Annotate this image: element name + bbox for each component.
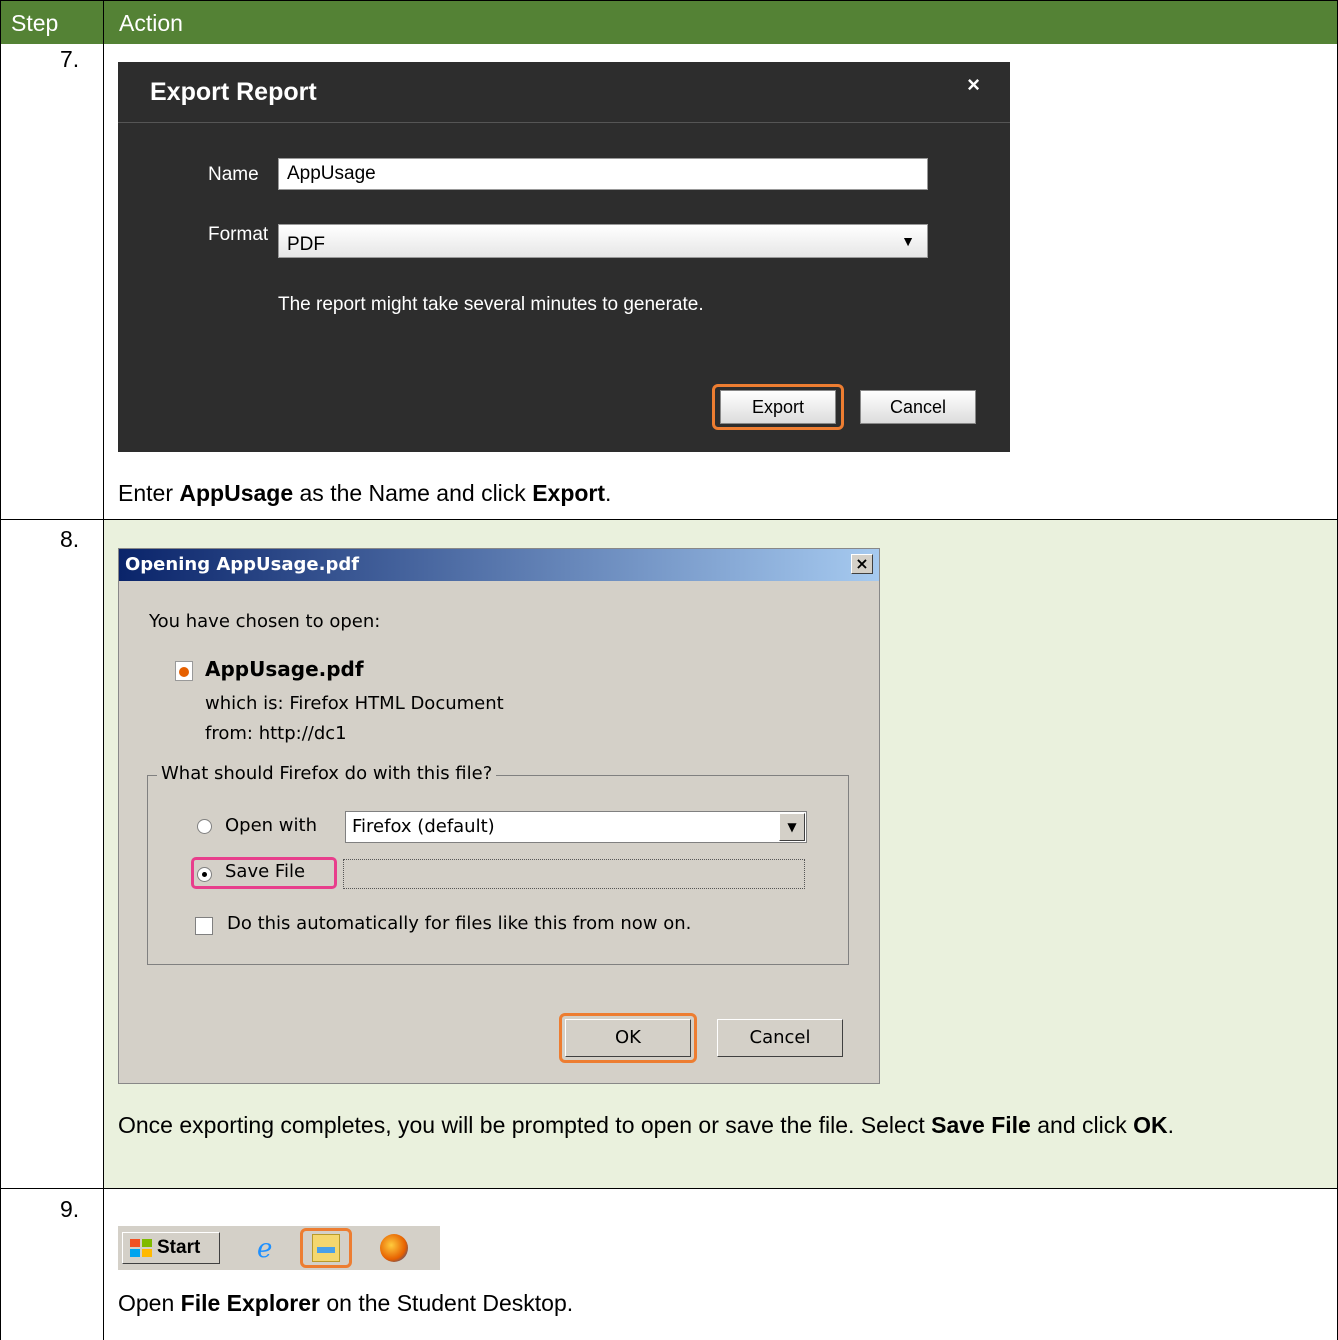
focus-rect bbox=[343, 859, 805, 889]
from-row: from: http://dc1 bbox=[205, 723, 347, 744]
which-is-row: which is: Firefox HTML Document bbox=[205, 693, 504, 714]
step9-instruction: Open File Explorer on the Student Deskto… bbox=[118, 1286, 573, 1320]
save-file-highlight bbox=[191, 857, 337, 889]
open-with-value: Firefox (default) bbox=[352, 816, 495, 837]
instruction-text: and click bbox=[1030, 1112, 1134, 1138]
instruction-text: Enter bbox=[118, 480, 180, 506]
instruction-bold: AppUsage bbox=[179, 480, 294, 506]
close-icon[interactable]: × bbox=[967, 72, 980, 98]
open-with-select[interactable]: Firefox (default) ▼ bbox=[345, 811, 807, 843]
which-is-label: which is: bbox=[205, 693, 284, 714]
group-legend: What should Firefox do with this file? bbox=[157, 763, 497, 784]
start-label: Start bbox=[157, 1237, 201, 1258]
table-border bbox=[0, 0, 1, 1340]
internet-explorer-icon[interactable]: e bbox=[254, 1234, 282, 1264]
divider bbox=[118, 122, 1010, 123]
dialog-title: Export Report bbox=[150, 78, 317, 106]
instruction-text: on the Student Desktop. bbox=[319, 1290, 574, 1316]
export-note: The report might take several minutes to… bbox=[278, 294, 704, 315]
name-input[interactable]: AppUsage bbox=[278, 158, 928, 190]
instruction-text: Once exporting completes, you will be pr… bbox=[118, 1112, 932, 1138]
ok-highlight bbox=[559, 1013, 697, 1063]
open-with-radio[interactable] bbox=[197, 819, 212, 834]
auto-checkbox[interactable] bbox=[195, 917, 213, 935]
firefox-file-icon bbox=[175, 661, 193, 681]
chosen-text: You have chosen to open: bbox=[149, 611, 381, 632]
from-label: from: bbox=[205, 723, 253, 744]
format-label: Format bbox=[208, 224, 269, 245]
chevron-down-icon: ▼ bbox=[901, 233, 915, 249]
firefox-icon[interactable] bbox=[380, 1234, 408, 1262]
auto-checkbox-label[interactable]: Do this automatically for files like thi… bbox=[227, 913, 691, 934]
format-select[interactable]: PDF ▼ bbox=[278, 224, 928, 258]
start-button[interactable]: Start bbox=[122, 1232, 220, 1264]
instruction-text: . bbox=[605, 480, 612, 506]
cancel-button[interactable]: Cancel bbox=[717, 1019, 843, 1057]
step-number: 9. bbox=[60, 1196, 80, 1222]
row-divider bbox=[0, 519, 1338, 520]
header-step: Step bbox=[11, 10, 59, 36]
instruction-text: Open bbox=[118, 1290, 181, 1316]
row-divider bbox=[0, 1188, 1338, 1189]
windows-logo-icon bbox=[130, 1239, 152, 1257]
close-icon[interactable]: × bbox=[851, 554, 873, 574]
instruction-bold: OK bbox=[1133, 1112, 1168, 1138]
name-label: Name bbox=[208, 164, 259, 185]
step-number: 7. bbox=[60, 46, 80, 72]
export-report-dialog: Export Report × Name AppUsage Format PDF… bbox=[118, 62, 1010, 452]
header-action: Action bbox=[119, 10, 183, 36]
taskbar: Start e bbox=[118, 1226, 440, 1270]
table-border bbox=[0, 0, 1338, 1]
file-name: AppUsage.pdf bbox=[205, 657, 364, 681]
step7-instruction: Enter AppUsage as the Name and click Exp… bbox=[118, 476, 611, 510]
instruction-text: as the Name and click bbox=[293, 480, 533, 506]
table-header: Step Action bbox=[0, 0, 1338, 44]
dialog-title: Opening AppUsage.pdf bbox=[119, 549, 879, 581]
instruction-bold: File Explorer bbox=[180, 1290, 320, 1316]
file-explorer-highlight bbox=[300, 1228, 352, 1268]
svg-text:e: e bbox=[257, 1234, 272, 1262]
which-is-value: Firefox HTML Document bbox=[289, 693, 504, 714]
instruction-bold: Export bbox=[532, 480, 606, 506]
step8-instruction: Once exporting completes, you will be pr… bbox=[118, 1108, 1318, 1142]
column-divider bbox=[103, 0, 104, 1340]
firefox-open-dialog: Opening AppUsage.pdf × You have chosen t… bbox=[118, 548, 880, 1084]
from-value: http://dc1 bbox=[258, 723, 347, 744]
open-with-label[interactable]: Open with bbox=[225, 815, 317, 836]
cancel-button[interactable]: Cancel bbox=[860, 390, 976, 424]
instruction-text: . bbox=[1167, 1112, 1174, 1138]
export-highlight bbox=[712, 384, 844, 430]
format-value: PDF bbox=[287, 234, 325, 255]
step-number: 8. bbox=[60, 526, 80, 552]
chevron-down-icon[interactable]: ▼ bbox=[779, 813, 805, 841]
instruction-bold: Save File bbox=[931, 1112, 1031, 1138]
